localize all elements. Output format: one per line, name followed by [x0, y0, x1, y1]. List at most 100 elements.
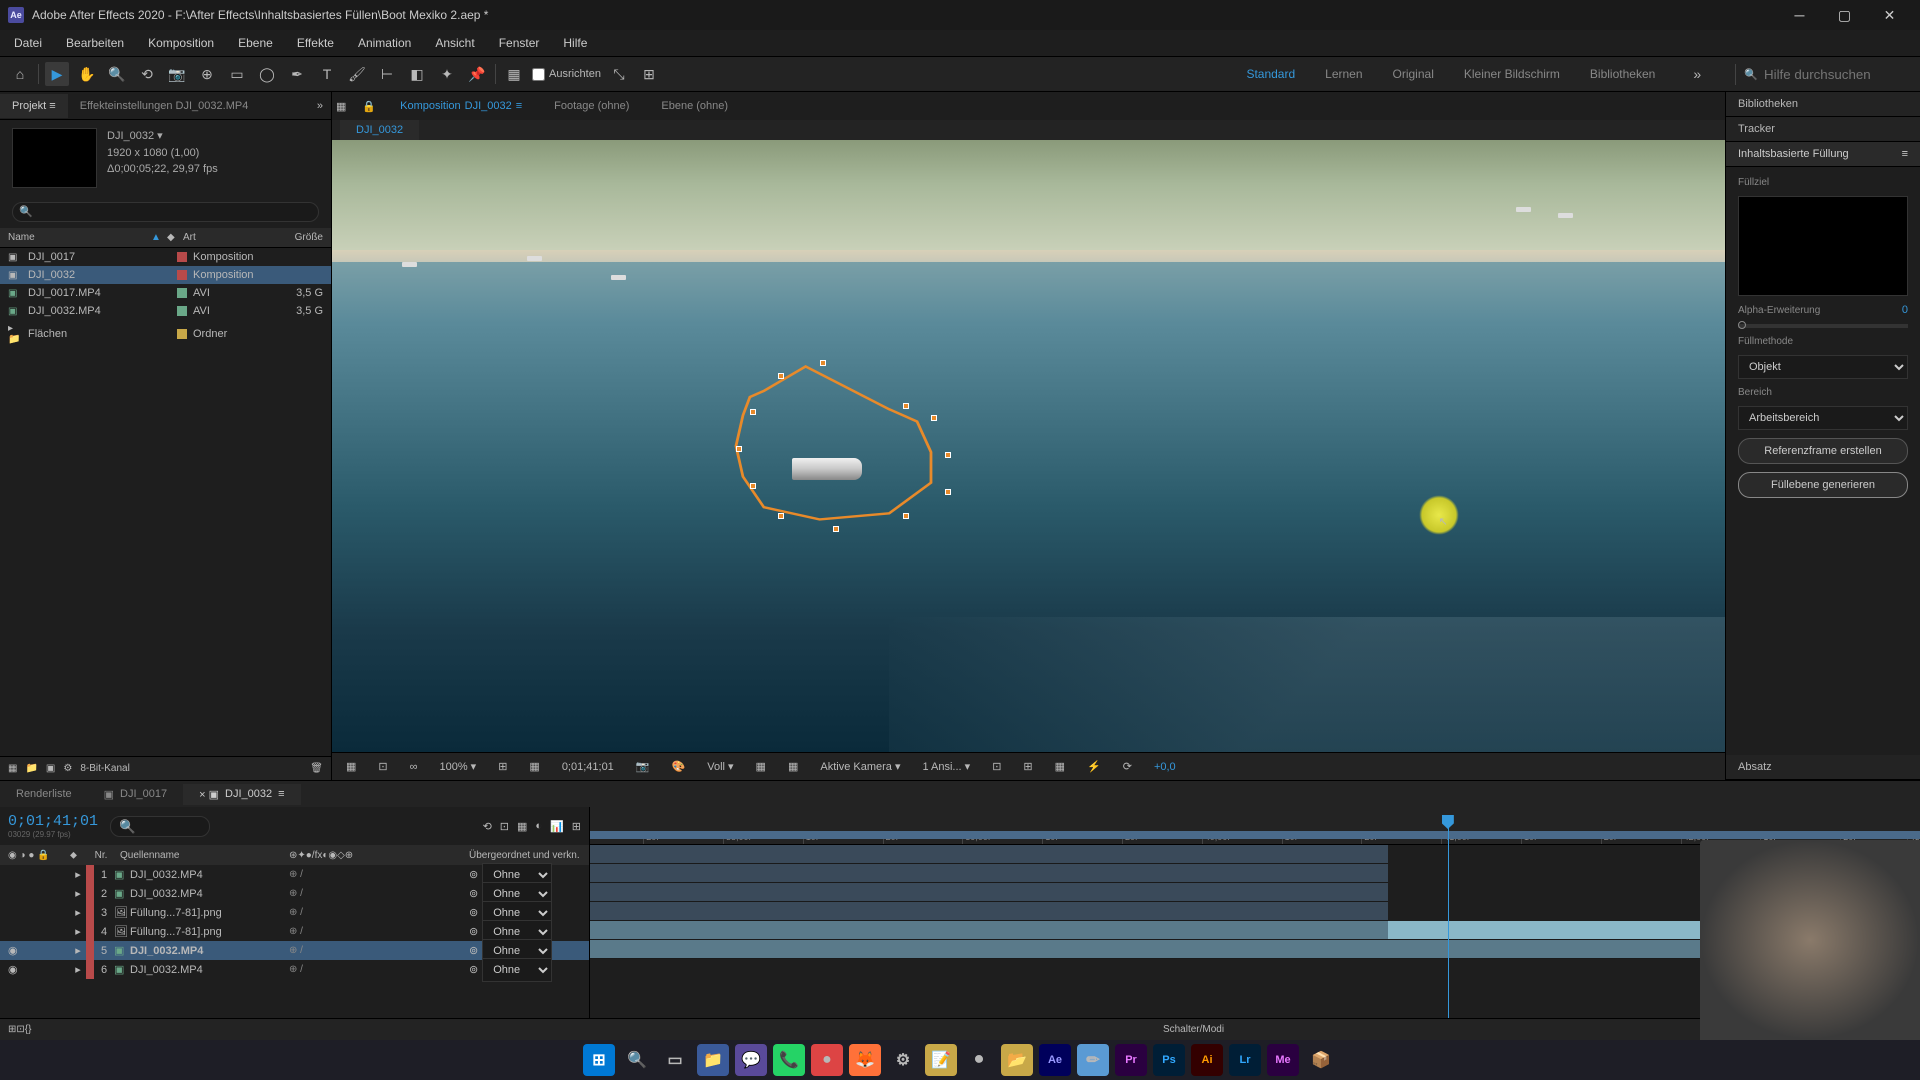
libraries-panel-tab[interactable]: Bibliotheken [1726, 92, 1920, 117]
snapshot-icon[interactable]: 📷 [630, 758, 656, 775]
channel-icon[interactable]: ⊡ [372, 758, 393, 775]
menu-composition[interactable]: Komposition [138, 32, 224, 54]
eraser-tool[interactable]: ◧ [405, 62, 429, 86]
create-reference-frame-button[interactable]: Referenzframe erstellen [1738, 438, 1908, 464]
premiere-icon[interactable]: Pr [1115, 1044, 1147, 1076]
col-number-header[interactable]: Nr. [86, 850, 116, 861]
timecode-display[interactable]: 0;01;41;01 [556, 759, 620, 775]
workspace-libraries[interactable]: Bibliotheken [1590, 67, 1655, 81]
workspace-learn[interactable]: Lernen [1325, 67, 1362, 81]
photoshop-icon[interactable]: Ps [1153, 1044, 1185, 1076]
3d-icon[interactable]: ▦ [782, 758, 804, 775]
visibility-toggle[interactable]: ◉ [8, 963, 18, 976]
graph-icon[interactable]: 📊 [550, 820, 564, 833]
zoom-tool[interactable]: 🔍 [105, 62, 129, 86]
brush-tool[interactable]: 🖌 [345, 62, 369, 86]
range-select[interactable]: Arbeitsbereich [1738, 406, 1908, 430]
switches-modes-label[interactable]: Schalter/Modi [1163, 1024, 1224, 1035]
workspace-original[interactable]: Original [1393, 67, 1434, 81]
workspace-small[interactable]: Kleiner Bildschirm [1464, 67, 1560, 81]
whatsapp-icon[interactable]: 📞 [773, 1044, 805, 1076]
media-encoder-icon[interactable]: Me [1267, 1044, 1299, 1076]
new-comp-icon[interactable]: ▣ [46, 763, 55, 774]
chat-icon[interactable]: 💬 [735, 1044, 767, 1076]
comp-switch-icon[interactable]: ⊡ [500, 820, 509, 833]
layer-tab[interactable]: Ebene (ohne) [653, 96, 736, 116]
render-queue-tab[interactable]: Renderliste [0, 784, 88, 804]
comp-breadcrumb[interactable]: DJI_0032 [340, 120, 419, 140]
trash-icon[interactable]: 🗑 [310, 763, 323, 774]
timeline-layer[interactable]: ◉▸ 6 ▣ DJI_0032.MP4 ⊕ / ⊚ Ohne [0, 960, 589, 979]
toggle-modes-icon[interactable]: ⊡ [16, 1024, 24, 1035]
text-tool[interactable]: T [315, 62, 339, 86]
menu-effect[interactable]: Effekte [287, 32, 344, 54]
views-dropdown[interactable]: 1 Ansi... ▾ [916, 758, 976, 775]
comp-tab[interactable]: Komposition DJI_0032 ≡ [392, 96, 530, 116]
selection-tool[interactable]: ▶ [45, 62, 69, 86]
snap-checkbox[interactable] [532, 68, 545, 81]
task-view-icon[interactable]: ▭ [659, 1044, 691, 1076]
puppet-tool[interactable]: 📌 [465, 62, 489, 86]
toggle-switches-icon[interactable]: ⊞ [8, 1024, 16, 1035]
menu-edit[interactable]: Bearbeiten [56, 32, 134, 54]
col-size-header[interactable]: Größe [273, 232, 323, 243]
visibility-toggle[interactable]: ◉ [8, 944, 18, 957]
stamp-tool[interactable]: ⊢ [375, 62, 399, 86]
frame-blend-icon[interactable]: ▦ [517, 820, 527, 833]
home-icon[interactable]: ⌂ [8, 62, 32, 86]
project-tab[interactable]: Projekt ≡ [0, 94, 68, 118]
guide-icon[interactable]: ⊡ [986, 758, 1007, 775]
settings-icon[interactable]: ⚙ [63, 763, 72, 774]
panel-more-icon[interactable]: » [309, 100, 331, 112]
col-parent-header[interactable]: Übergeordnet und verkn. [469, 850, 589, 861]
project-item[interactable]: ▸ 📁Flächen Ordner [0, 320, 331, 348]
paragraph-panel-tab[interactable]: Absatz [1726, 755, 1920, 780]
zoom-dropdown[interactable]: 100% ▾ [433, 758, 482, 775]
menu-animation[interactable]: Animation [348, 32, 421, 54]
file-explorer-icon[interactable]: 📂 [1001, 1044, 1033, 1076]
pen-tool[interactable]: ✒ [285, 62, 309, 86]
app-icon[interactable]: ● [811, 1044, 843, 1076]
playhead[interactable] [1448, 815, 1449, 1018]
tracker-panel-tab[interactable]: Tracker [1726, 117, 1920, 142]
roi-icon[interactable]: ▦ [523, 758, 545, 775]
project-item[interactable]: ▣DJI_0017.MP4 AVI3,5 G [0, 284, 331, 302]
content-fill-panel-tab[interactable]: Inhaltsbasierte Füllung ≡ [1726, 142, 1920, 167]
generate-fill-layer-button[interactable]: Füllebene generieren [1738, 472, 1908, 498]
track-bar[interactable] [590, 864, 1388, 883]
lightroom-icon[interactable]: Lr [1229, 1044, 1261, 1076]
maximize-button[interactable]: ▢ [1822, 0, 1867, 30]
menu-view[interactable]: Ansicht [425, 32, 484, 54]
menu-help[interactable]: Hilfe [553, 32, 597, 54]
project-item[interactable]: ▣DJI_0032 Komposition [0, 266, 331, 284]
help-search-input[interactable] [1764, 67, 1904, 82]
menu-layer[interactable]: Ebene [228, 32, 283, 54]
label-icon[interactable]: ◆ [167, 232, 183, 243]
col-source-header[interactable]: Quellenname [116, 850, 289, 861]
composition-viewer[interactable]: ↖ [332, 140, 1725, 752]
app-icon-4[interactable]: ✏ [1077, 1044, 1109, 1076]
snap-options-icon[interactable]: ⤡ [607, 62, 631, 86]
bpc-label[interactable]: 8-Bit-Kanal [80, 763, 129, 774]
grid-icon[interactable]: ⊞ [1017, 758, 1038, 775]
timeline-tab-0017[interactable]: ▣ DJI_0017 [88, 784, 184, 805]
hand-tool[interactable]: ✋ [75, 62, 99, 86]
snap-grid-icon[interactable]: ⊞ [637, 62, 661, 86]
pixel-icon[interactable]: ▦ [1049, 758, 1071, 775]
toggle-brackets-icon[interactable]: {} [25, 1024, 32, 1035]
firefox-icon[interactable]: 🦊 [849, 1044, 881, 1076]
fill-swatch[interactable]: ▦ [502, 62, 526, 86]
menu-file[interactable]: Datei [4, 32, 52, 54]
footage-tab[interactable]: Footage (ohne) [546, 96, 637, 116]
rotate-tool[interactable]: ⟲ [135, 62, 159, 86]
res-icon[interactable]: ⊞ [492, 758, 513, 775]
motion-blur-icon[interactable]: ◐ [535, 820, 542, 833]
col-name-header[interactable]: Name [8, 232, 151, 243]
interpret-icon[interactable]: ▦ [8, 763, 17, 774]
roto-tool[interactable]: ✦ [435, 62, 459, 86]
exposure-value[interactable]: +0,0 [1148, 759, 1182, 775]
app-icon-2[interactable]: ⚙ [887, 1044, 919, 1076]
menu-window[interactable]: Fenster [489, 32, 550, 54]
new-folder-icon[interactable]: 📁 [25, 763, 37, 774]
obs-icon[interactable]: ⏺ [963, 1044, 995, 1076]
